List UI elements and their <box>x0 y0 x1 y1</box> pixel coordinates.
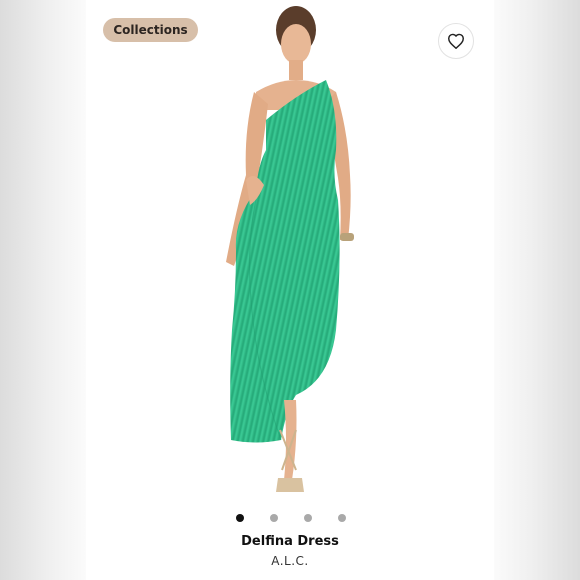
product-name: Delfina Dress <box>241 534 339 549</box>
like-button[interactable] <box>438 23 474 59</box>
product-photo[interactable] <box>86 0 494 505</box>
carousel-dot-2[interactable] <box>270 514 278 522</box>
background-right <box>494 0 580 580</box>
carousel-dot-1[interactable] <box>236 514 244 522</box>
heart-outline-icon <box>447 33 465 49</box>
model-shoe <box>276 478 304 492</box>
carousel-dot-4[interactable] <box>338 514 346 522</box>
background-left <box>0 0 86 580</box>
product-card: Collections <box>86 0 494 580</box>
model-face <box>281 24 311 64</box>
collections-chip-label: Collections <box>113 23 188 37</box>
collections-chip[interactable]: Collections <box>103 18 198 42</box>
product-brand: A.L.C. <box>271 554 309 568</box>
carousel-dot-3[interactable] <box>304 514 312 522</box>
carousel-indicator <box>236 513 346 523</box>
